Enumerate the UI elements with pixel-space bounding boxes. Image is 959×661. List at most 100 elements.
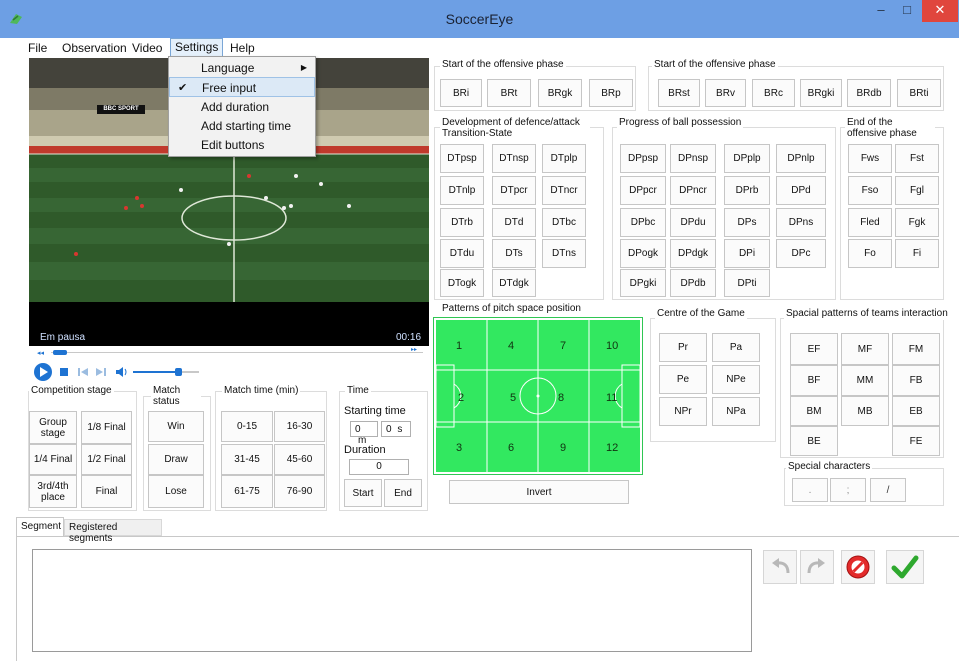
undo-button[interactable] <box>763 550 797 584</box>
fws-button[interactable]: Fws <box>848 144 892 173</box>
mf-button[interactable]: MF <box>841 333 889 365</box>
menu-add-starting-time[interactable]: Add starting time <box>169 116 315 136</box>
previous-icon[interactable] <box>77 367 89 377</box>
round-of-16-button[interactable]: 1/8 Final <box>81 411 132 444</box>
fled-button[interactable]: Fled <box>848 208 892 237</box>
brc-button[interactable]: BRc <box>752 79 795 107</box>
play-icon[interactable] <box>33 362 55 382</box>
dpncr-button[interactable]: DPncr <box>670 176 716 205</box>
menu-help[interactable]: Help <box>226 40 259 56</box>
mb-button[interactable]: MB <box>841 396 889 426</box>
dtnsp-button[interactable]: DTnsp <box>492 144 536 173</box>
brst-button[interactable]: BRst <box>658 79 700 107</box>
dpti-button[interactable]: DPti <box>724 269 770 297</box>
dtplp-button[interactable]: DTplp <box>542 144 586 173</box>
brv-button[interactable]: BRv <box>705 79 746 107</box>
npr-button[interactable]: NPr <box>659 397 707 426</box>
minutes-field[interactable]: 0 m <box>350 421 378 446</box>
time-61-75-button[interactable]: 61-75 <box>221 475 273 508</box>
segment-textarea[interactable] <box>32 549 752 652</box>
fst-button[interactable]: Fst <box>895 144 939 173</box>
brgki-button[interactable]: BRgki <box>800 79 842 107</box>
pitch-zone-7[interactable]: 7 <box>560 340 566 352</box>
draw-button[interactable]: Draw <box>148 444 204 475</box>
dtdgk-button[interactable]: DTdgk <box>492 269 536 297</box>
dtbc-button[interactable]: DTbc <box>542 208 586 237</box>
dtpsp-button[interactable]: DTpsp <box>440 144 484 173</box>
time-45-60-button[interactable]: 45-60 <box>274 444 325 475</box>
pitch-zone-9[interactable]: 9 <box>560 442 566 454</box>
win-button[interactable]: Win <box>148 411 204 442</box>
brti-button[interactable]: BRti <box>897 79 941 107</box>
duration-field[interactable]: 0 <box>349 459 409 475</box>
pitch-zone-12[interactable]: 12 <box>606 442 618 454</box>
bm-button[interactable]: BM <box>790 396 838 426</box>
brt-button[interactable]: BRt <box>487 79 531 107</box>
bf-button[interactable]: BF <box>790 365 838 396</box>
dtrb-button[interactable]: DTrb <box>440 208 484 237</box>
fi-button[interactable]: Fi <box>895 239 939 268</box>
dpdu-button[interactable]: DPdu <box>670 208 716 237</box>
dtd-button[interactable]: DTd <box>492 208 536 237</box>
dpbc-button[interactable]: DPbc <box>620 208 666 237</box>
ef-button[interactable]: EF <box>790 333 838 365</box>
quarter-final-button[interactable]: 1/4 Final <box>29 444 77 475</box>
seconds-field[interactable]: 0 s <box>381 421 411 437</box>
next-icon[interactable] <box>95 367 107 377</box>
dpnsp-button[interactable]: DPnsp <box>670 144 716 173</box>
time-0-15-button[interactable]: 0-15 <box>221 411 273 442</box>
pitch-zone-11[interactable]: 11 <box>606 392 617 404</box>
pitch-zone-3[interactable]: 3 <box>456 442 462 454</box>
menu-edit-buttons[interactable]: Edit buttons <box>169 135 315 155</box>
dppcr-button[interactable]: DPpcr <box>620 176 666 205</box>
time-76-90-button[interactable]: 76-90 <box>274 475 325 508</box>
time-16-30-button[interactable]: 16-30 <box>274 411 325 442</box>
dtdu-button[interactable]: DTdu <box>440 239 484 268</box>
tab-registered-segments[interactable]: Registered segments <box>64 519 162 544</box>
start-button[interactable]: Start <box>344 479 382 507</box>
dtogk-button[interactable]: DTogk <box>440 269 484 297</box>
group-stage-button[interactable]: Group stage <box>29 411 77 444</box>
dpogk-button[interactable]: DPogk <box>620 239 666 268</box>
menu-file[interactable]: File <box>24 40 51 56</box>
pitch-zone-1[interactable]: 1 <box>456 340 462 352</box>
dpdgk-button[interactable]: DPdgk <box>670 239 716 268</box>
dppsp-button[interactable]: DPpsp <box>620 144 666 173</box>
cancel-button[interactable] <box>841 550 875 584</box>
mm-button[interactable]: MM <box>841 365 889 396</box>
pe-button[interactable]: Pe <box>659 365 707 394</box>
brgk-button[interactable]: BRgk <box>538 79 582 107</box>
dpd-button[interactable]: DPd <box>776 176 826 205</box>
bri-button[interactable]: BRi <box>440 79 482 107</box>
semicolon-button[interactable]: ; <box>830 478 866 502</box>
end-button[interactable]: End <box>384 479 422 507</box>
pitch-zone-10[interactable]: 10 <box>606 340 618 352</box>
minimize-button[interactable]: – <box>870 0 892 22</box>
redo-button[interactable] <box>800 550 834 584</box>
fb-button[interactable]: FB <box>892 365 940 396</box>
npa-button[interactable]: NPa <box>712 397 760 426</box>
dpi-button[interactable]: DPi <box>724 239 770 268</box>
close-button[interactable]: ✕ <box>922 0 958 22</box>
menu-video[interactable]: Video <box>128 40 166 56</box>
dpns-button[interactable]: DPns <box>776 208 826 237</box>
volume-icon[interactable] <box>115 366 129 378</box>
menu-observation[interactable]: Observation <box>58 40 131 56</box>
fo-button[interactable]: Fo <box>848 239 892 268</box>
npe-button[interactable]: NPe <box>712 365 760 394</box>
pitch-zone-8[interactable]: 8 <box>558 392 564 404</box>
confirm-button[interactable] <box>886 550 924 584</box>
eb-button[interactable]: EB <box>892 396 940 426</box>
fe-button[interactable]: FE <box>892 426 940 456</box>
dpnlp-button[interactable]: DPnlp <box>776 144 826 173</box>
maximize-button[interactable]: □ <box>896 0 918 22</box>
pitch-zones-panel[interactable]: 1 4 7 10 2 5 8 11 3 6 9 12 <box>433 317 643 475</box>
brp-button[interactable]: BRp <box>589 79 633 107</box>
tab-segment[interactable]: Segment <box>16 517 64 536</box>
period-button[interactable]: . <box>792 478 828 502</box>
dtncr-button[interactable]: DTncr <box>542 176 586 205</box>
stop-icon[interactable] <box>59 367 69 377</box>
lose-button[interactable]: Lose <box>148 475 204 508</box>
dpgki-button[interactable]: DPgki <box>620 269 666 297</box>
fso-button[interactable]: Fso <box>848 176 892 205</box>
